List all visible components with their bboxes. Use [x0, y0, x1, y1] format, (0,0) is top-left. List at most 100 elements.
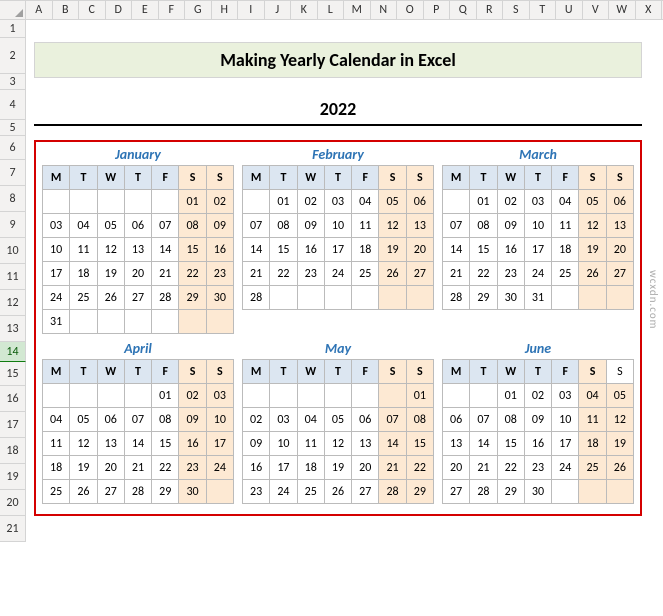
- day-cell[interactable]: 08: [152, 408, 179, 432]
- column-header-V[interactable]: V: [583, 1, 610, 19]
- column-header-G[interactable]: G: [185, 1, 212, 19]
- day-cell[interactable]: 27: [406, 262, 433, 286]
- day-cell[interactable]: 05: [606, 384, 633, 408]
- day-cell[interactable]: 10: [206, 408, 233, 432]
- day-cell[interactable]: [443, 384, 470, 408]
- day-cell[interactable]: 15: [179, 238, 206, 262]
- day-cell[interactable]: 18: [297, 456, 324, 480]
- day-cell[interactable]: [297, 286, 324, 310]
- day-cell[interactable]: 17: [270, 456, 297, 480]
- row-header-6[interactable]: 6: [0, 136, 26, 160]
- day-cell[interactable]: 04: [297, 408, 324, 432]
- day-cell[interactable]: 29: [470, 286, 497, 310]
- day-cell[interactable]: 07: [152, 214, 179, 238]
- day-cell[interactable]: 15: [152, 432, 179, 456]
- row-header-17[interactable]: 17: [0, 412, 26, 438]
- row-header-12[interactable]: 12: [0, 290, 26, 316]
- day-cell[interactable]: 15: [406, 432, 433, 456]
- row-header-7[interactable]: 7: [0, 160, 26, 186]
- day-cell[interactable]: 29: [179, 286, 206, 310]
- day-cell[interactable]: 07: [470, 408, 497, 432]
- day-cell[interactable]: 01: [270, 190, 297, 214]
- day-cell[interactable]: 04: [552, 190, 579, 214]
- day-cell[interactable]: 06: [406, 190, 433, 214]
- day-cell[interactable]: 09: [206, 214, 233, 238]
- day-cell[interactable]: 25: [70, 286, 97, 310]
- day-cell[interactable]: 20: [124, 262, 151, 286]
- day-cell[interactable]: [270, 286, 297, 310]
- day-cell[interactable]: 22: [470, 262, 497, 286]
- column-header-O[interactable]: O: [397, 1, 424, 19]
- day-cell[interactable]: [379, 384, 406, 408]
- day-cell[interactable]: 29: [406, 480, 433, 504]
- day-cell[interactable]: 14: [470, 432, 497, 456]
- day-cell[interactable]: [70, 384, 97, 408]
- day-cell[interactable]: 24: [524, 262, 551, 286]
- day-cell[interactable]: [270, 384, 297, 408]
- day-cell[interactable]: 03: [270, 408, 297, 432]
- column-header-Q[interactable]: Q: [450, 1, 477, 19]
- day-cell[interactable]: 27: [124, 286, 151, 310]
- day-cell[interactable]: 18: [579, 432, 606, 456]
- day-cell[interactable]: 26: [97, 286, 124, 310]
- day-cell[interactable]: 10: [524, 214, 551, 238]
- day-cell[interactable]: 28: [243, 286, 270, 310]
- day-cell[interactable]: 22: [497, 456, 524, 480]
- day-cell[interactable]: 19: [579, 238, 606, 262]
- row-header-16[interactable]: 16: [0, 386, 26, 412]
- day-cell[interactable]: 09: [497, 214, 524, 238]
- day-cell[interactable]: 10: [43, 238, 70, 262]
- day-cell[interactable]: 13: [352, 432, 379, 456]
- day-cell[interactable]: 13: [606, 214, 633, 238]
- column-header-I[interactable]: I: [238, 1, 265, 19]
- day-cell[interactable]: 17: [552, 432, 579, 456]
- day-cell[interactable]: 26: [70, 480, 97, 504]
- day-cell[interactable]: 10: [552, 408, 579, 432]
- day-cell[interactable]: 14: [152, 238, 179, 262]
- column-header-D[interactable]: D: [106, 1, 133, 19]
- day-cell[interactable]: 13: [443, 432, 470, 456]
- day-cell[interactable]: 05: [379, 190, 406, 214]
- day-cell[interactable]: 12: [579, 214, 606, 238]
- day-cell[interactable]: [124, 310, 151, 334]
- day-cell[interactable]: 13: [406, 214, 433, 238]
- day-cell[interactable]: [579, 480, 606, 504]
- column-header-C[interactable]: C: [79, 1, 106, 19]
- row-header-20[interactable]: 20: [0, 490, 26, 516]
- day-cell[interactable]: [124, 190, 151, 214]
- row-header-5[interactable]: 5: [0, 120, 26, 136]
- day-cell[interactable]: [352, 384, 379, 408]
- column-header-R[interactable]: R: [477, 1, 504, 19]
- day-cell[interactable]: 27: [443, 480, 470, 504]
- day-cell[interactable]: 28: [379, 480, 406, 504]
- day-cell[interactable]: 01: [179, 190, 206, 214]
- column-header-M[interactable]: M: [344, 1, 371, 19]
- day-cell[interactable]: 11: [352, 214, 379, 238]
- day-cell[interactable]: [443, 190, 470, 214]
- day-cell[interactable]: 05: [97, 214, 124, 238]
- day-cell[interactable]: [97, 190, 124, 214]
- column-header-F[interactable]: F: [159, 1, 186, 19]
- day-cell[interactable]: 07: [443, 214, 470, 238]
- day-cell[interactable]: 02: [524, 384, 551, 408]
- day-cell[interactable]: [243, 190, 270, 214]
- day-cell[interactable]: [352, 286, 379, 310]
- day-cell[interactable]: 05: [579, 190, 606, 214]
- day-cell[interactable]: 16: [497, 238, 524, 262]
- day-cell[interactable]: [206, 480, 233, 504]
- day-cell[interactable]: 24: [206, 456, 233, 480]
- day-cell[interactable]: 02: [497, 190, 524, 214]
- day-cell[interactable]: 23: [497, 262, 524, 286]
- row-header-14[interactable]: 14: [0, 342, 26, 362]
- column-header-K[interactable]: K: [291, 1, 318, 19]
- day-cell[interactable]: 03: [324, 190, 351, 214]
- day-cell[interactable]: 03: [43, 214, 70, 238]
- day-cell[interactable]: 25: [552, 262, 579, 286]
- day-cell[interactable]: 19: [97, 262, 124, 286]
- day-cell[interactable]: [406, 286, 433, 310]
- row-header-8[interactable]: 8: [0, 186, 26, 212]
- day-cell[interactable]: [470, 384, 497, 408]
- day-cell[interactable]: [606, 480, 633, 504]
- day-cell[interactable]: 26: [606, 456, 633, 480]
- day-cell[interactable]: 05: [70, 408, 97, 432]
